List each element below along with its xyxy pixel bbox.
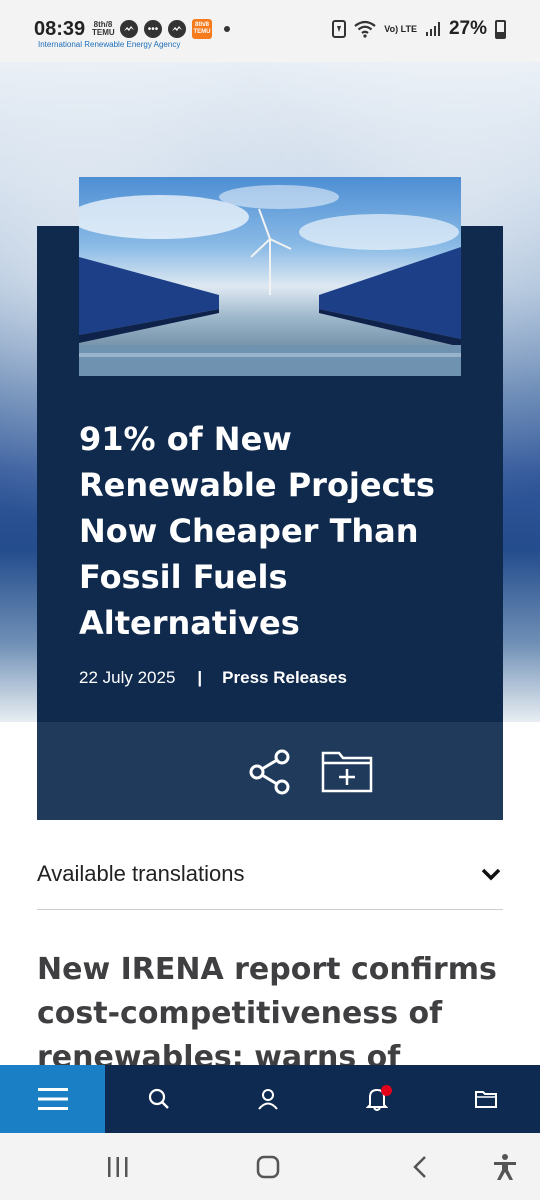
save-to-folder-button[interactable] (320, 746, 374, 794)
menu-button[interactable] (0, 1065, 105, 1133)
article-date: 22 July 2025 (79, 668, 176, 687)
account-button[interactable] (214, 1065, 323, 1133)
system-navigation-bar (0, 1133, 540, 1200)
accessibility-icon[interactable] (492, 1153, 518, 1181)
status-indicators: Vo) LTE 27% (332, 18, 506, 40)
notification-badge (381, 1085, 393, 1096)
wifi-icon (354, 20, 376, 38)
available-translations-dropdown[interactable]: Available translations (37, 838, 503, 910)
battery-percent: 27% (448, 18, 487, 39)
home-icon[interactable] (256, 1155, 280, 1179)
article-subtitle: New IRENA report confirms cost-competiti… (37, 952, 497, 1075)
search-icon (149, 1088, 170, 1109)
menu-icon (37, 1088, 68, 1110)
clock: 08:39 (34, 18, 86, 40)
translations-label: Available translations (37, 860, 245, 886)
article-meta: 22 July 2025 | Press Releases (79, 668, 347, 688)
chat-icon: ••• (144, 20, 162, 38)
article-category-link[interactable]: Press Releases (222, 668, 347, 688)
chevron-down-icon (481, 868, 501, 880)
temu-notification-icon: 8th/8 TEMU (92, 20, 115, 37)
site-bottom-nav (0, 1065, 540, 1133)
user-icon (258, 1089, 278, 1110)
back-icon[interactable] (410, 1155, 430, 1179)
share-button[interactable] (246, 748, 294, 796)
messenger-icon (168, 20, 186, 38)
signal-icon (425, 22, 440, 36)
temu-app-icon: 8th/8 TEMU (192, 19, 212, 39)
article-headline: 91% of New Renewable Projects Now Cheape… (79, 420, 435, 642)
network-type: Vo) LTE (384, 23, 417, 34)
agency-name[interactable]: International Renewable Energy Agency (38, 40, 180, 49)
recent-apps-icon[interactable] (106, 1156, 130, 1178)
notification-icons: 8th/8 TEMU ••• 8th/8 TEMU (92, 19, 230, 39)
saved-folder-button[interactable] (431, 1065, 540, 1133)
sim-icon (332, 20, 347, 38)
status-bar: 08:39 8th/8 TEMU ••• 8th/8 TEMU Vo) LTE 27… (0, 0, 540, 62)
search-button[interactable] (105, 1065, 214, 1133)
folder-icon (474, 1091, 497, 1108)
meta-separator: | (197, 668, 203, 687)
hero-image (79, 177, 461, 376)
battery-icon (495, 19, 506, 39)
folder-add-icon (321, 751, 373, 793)
share-icon (249, 749, 290, 795)
notifications-button[interactable] (323, 1065, 432, 1133)
messenger-icon (120, 20, 138, 38)
more-notifications-icon (224, 26, 230, 32)
